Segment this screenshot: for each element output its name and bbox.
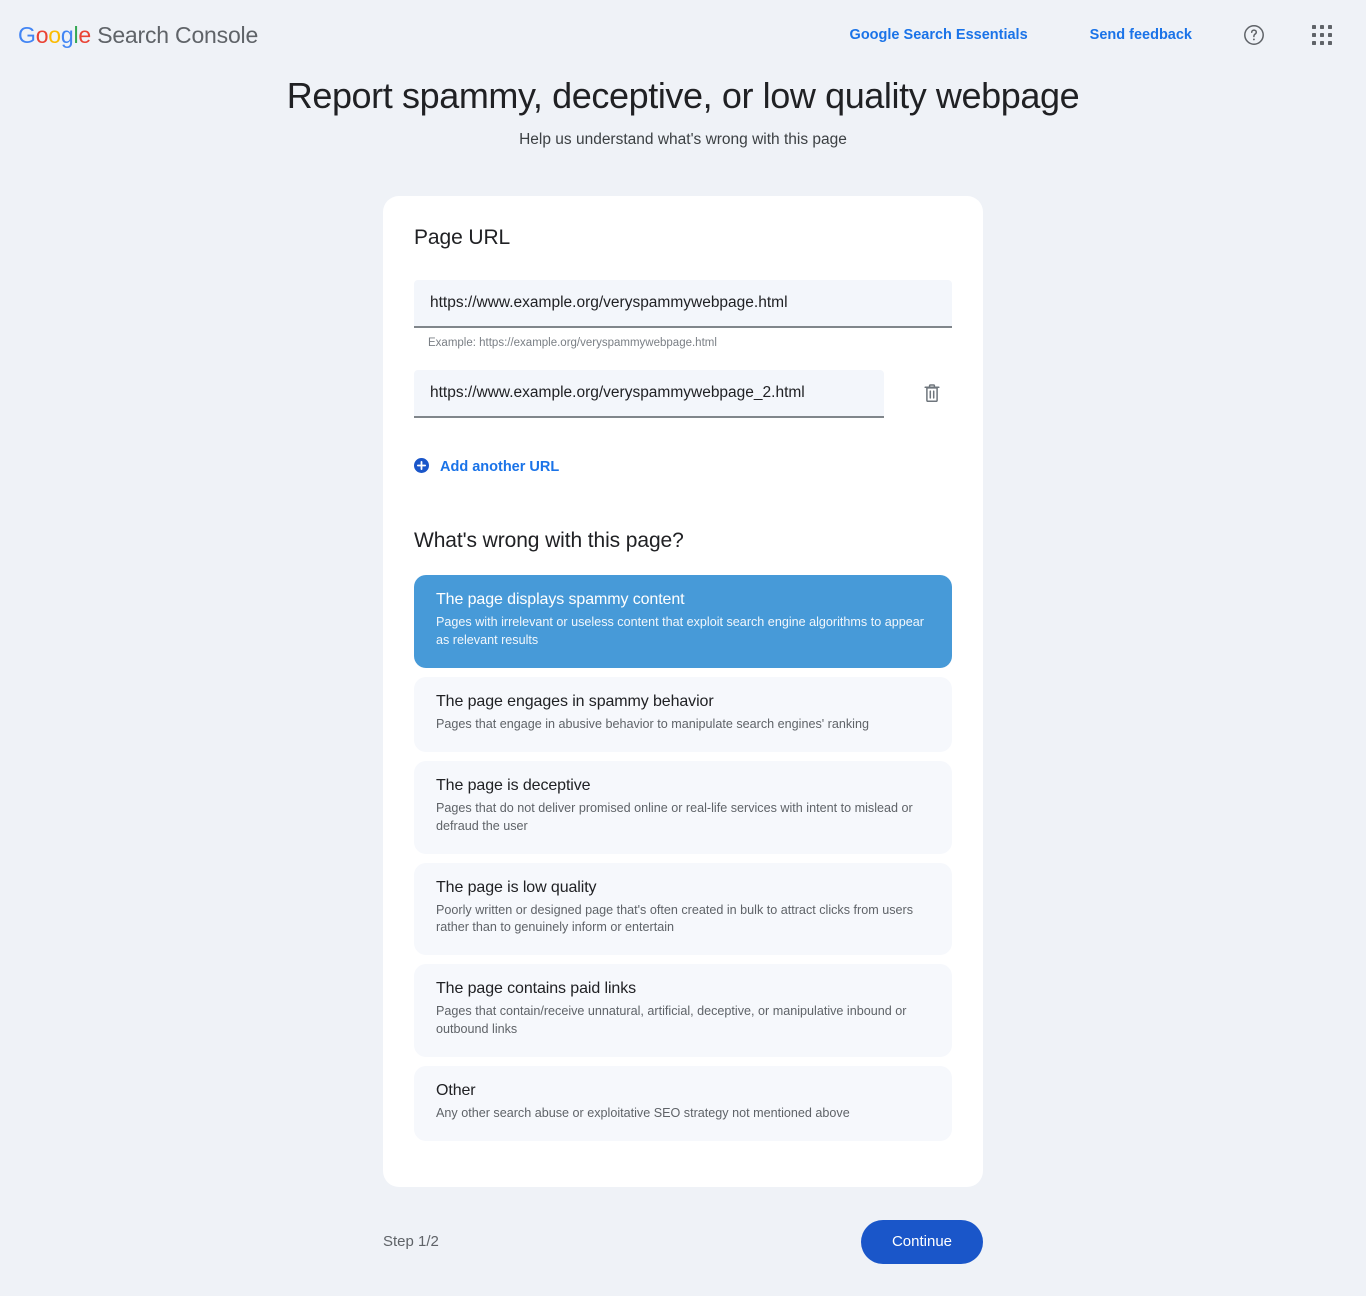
issue-options-list: The page displays spammy content Pages w… — [414, 575, 952, 1141]
option-description: Any other search abuse or exploitative S… — [436, 1106, 850, 1121]
continue-button[interactable]: Continue — [860, 1219, 983, 1264]
url-field-wrapper-2 — [414, 370, 884, 419]
page-url-input-2[interactable] — [414, 370, 884, 419]
google-wordmark: Google — [18, 21, 91, 48]
send-feedback-link[interactable]: Send feedback — [1076, 19, 1206, 51]
header-actions: Google Search Essentials Send feedback — [836, 15, 1342, 55]
trash-icon — [922, 382, 942, 407]
url-row-2 — [414, 370, 952, 419]
option-spammy-behavior[interactable]: The page engages in spammy behavior Page… — [414, 676, 952, 752]
google-search-essentials-link[interactable]: Google Search Essentials — [836, 19, 1042, 51]
apps-grid-icon — [1311, 24, 1333, 46]
option-title: The page is deceptive — [436, 776, 591, 794]
option-title: The page displays spammy content — [436, 591, 685, 609]
option-title: Other — [436, 1082, 476, 1100]
plus-circle-icon — [414, 458, 429, 476]
option-description: Pages that contain/receive unnatural, ar… — [436, 1004, 907, 1037]
question-section-title: What's wrong with this page? — [414, 529, 684, 553]
page-heading-block: Report spammy, deceptive, or low quality… — [0, 70, 1366, 149]
option-title: The page engages in spammy behavior — [436, 692, 714, 710]
option-spammy-content[interactable]: The page displays spammy content Pages w… — [414, 575, 952, 668]
add-another-url-label: Add another URL — [440, 459, 560, 476]
option-deceptive[interactable]: The page is deceptive Pages that do not … — [414, 760, 952, 854]
option-description: Pages that engage in abusive behavior to… — [436, 716, 869, 731]
option-description: Poorly written or designed page that's o… — [436, 902, 914, 935]
product-name: Search Console — [91, 21, 259, 48]
google-apps-button[interactable] — [1302, 15, 1342, 55]
url-row-1: Example: https://example.org/veryspammyw… — [414, 280, 952, 349]
top-header-bar: Google Search Console Google Search Esse… — [0, 0, 1366, 70]
option-title: The page contains paid links — [436, 980, 636, 998]
option-paid-links[interactable]: The page contains paid links Pages that … — [414, 964, 952, 1058]
url-field-wrapper-1: Example: https://example.org/veryspammyw… — [414, 280, 952, 349]
help-circle-icon — [1242, 23, 1266, 47]
delete-url-button[interactable] — [912, 374, 952, 414]
form-footer: Step 1/2 Continue — [383, 1219, 983, 1264]
google-search-console-logo: Google Search Console — [18, 22, 258, 49]
page-title: Report spammy, deceptive, or low quality… — [286, 75, 1080, 116]
option-description: Pages that do not deliver promised onlin… — [436, 800, 913, 833]
step-indicator: Step 1/2 — [383, 1233, 439, 1251]
page-url-input-1[interactable] — [414, 280, 952, 329]
option-other[interactable]: Other Any other search abuse or exploita… — [414, 1066, 952, 1141]
add-another-url-button[interactable]: Add another URL — [414, 458, 559, 476]
option-title: The page is low quality — [436, 878, 597, 896]
option-low-quality[interactable]: The page is low quality Poorly written o… — [414, 862, 952, 956]
page-url-section-title: Page URL — [414, 226, 511, 250]
page-url-hint: Example: https://example.org/veryspammyw… — [428, 337, 717, 350]
report-form-card: Page URL Example: https://example.org/ve… — [383, 196, 983, 1187]
help-button[interactable] — [1234, 15, 1274, 55]
page-subtitle: Help us understand what's wrong with thi… — [519, 131, 847, 149]
option-description: Pages with irrelevant or useless content… — [436, 615, 924, 648]
